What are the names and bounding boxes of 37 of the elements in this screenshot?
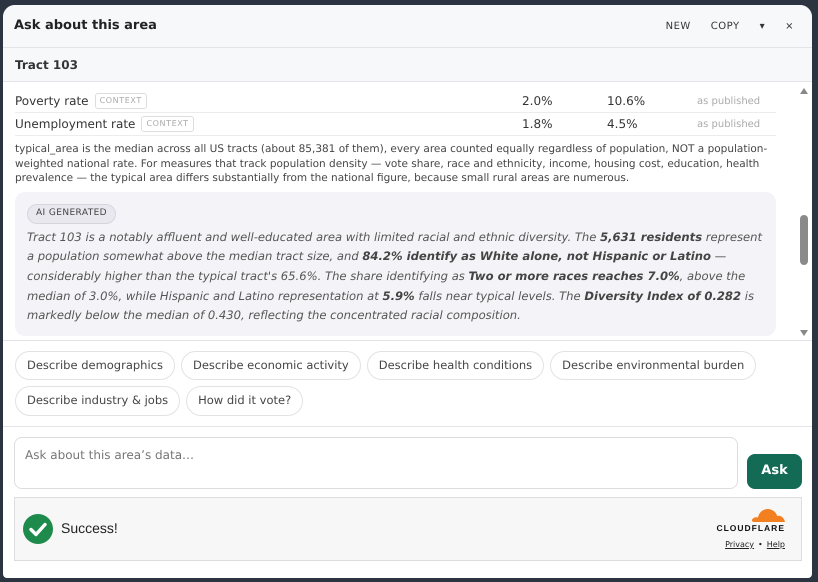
area-name: Tract 103	[15, 56, 78, 74]
brand-wordmark: CLOUDFLARE	[716, 522, 785, 535]
typical-value: 4.5%	[607, 116, 638, 133]
metric-label: Unemployment rate	[15, 116, 136, 133]
suggestion-chip[interactable]: Describe health conditions	[366, 351, 544, 380]
source-note: as published	[697, 94, 760, 108]
separator-dot: •	[758, 538, 763, 551]
typical-value: 10.6%	[607, 93, 646, 110]
metric-value: 2.0%	[522, 93, 554, 110]
metric-value: 1.8%	[522, 116, 554, 133]
new-button[interactable]: NEW	[660, 16, 697, 36]
footnote-text: typical_area is the median across all US tracts (about 85,381 of them), every area counted equally regardless of population, NOT a population-weighted national rate. For measures that track population density — vote share, race and ethnicity, income, housing cost, education, health prevalence — the typical area differs substantially from the national figure, because small rural areas are numerous.	[15, 142, 768, 186]
suggestion-chip[interactable]: Describe industry & jobs	[15, 386, 180, 416]
suggestion-chip[interactable]: How did it vote?	[186, 386, 304, 416]
context-tag: CONTEXT	[94, 93, 147, 109]
question-input[interactable]: Ask about this area’s data…	[14, 436, 738, 488]
cloud-logo-icon	[751, 506, 785, 522]
success-text: Success!	[61, 519, 118, 538]
captcha-link[interactable]: Privacy	[725, 538, 754, 551]
ai-generated-badge: AI GENERATED	[27, 204, 116, 224]
suggestion-chip[interactable]: Describe economic activity	[180, 351, 361, 380]
suggestion-chip[interactable]: Describe environmental burden	[550, 351, 756, 380]
context-tag: CONTEXT	[141, 116, 194, 132]
copy-button[interactable]: COPY	[704, 16, 746, 36]
source-note: as published	[697, 118, 760, 132]
close-button[interactable]: ×	[779, 16, 800, 36]
metric-label: Poverty rate	[15, 93, 89, 110]
captcha-link[interactable]: Help	[766, 538, 785, 551]
suggestion-chip[interactable]: Describe demographics	[15, 351, 175, 380]
scroll-down-arrow-icon[interactable]	[799, 329, 809, 337]
scrollbar-thumb[interactable]	[800, 215, 808, 265]
answer-text: Tract 103 is a notably affluent and well-educated area with limited racial and ethnic diversity. The 5,631 residents represent a population somewhat above the median tract size, and 84.2% identify as White alone, not Hispanic or Latino —considerably higher than the typical tract's 65.6%. The share identifying as Two or more races reaches 7.0%, above the median of 3.0%, while Hispanic and Latino representation at 5.9% falls near typical levels. The Diversity Index of 0.282 is markedly below the median of 0.430, reflecting the concentrated racial composition.	[27, 228, 764, 324]
ask-button[interactable]: Ask	[747, 454, 802, 488]
check-circle-icon	[23, 514, 53, 544]
panel-title: Ask about this area	[14, 17, 157, 36]
scroll-up-arrow-icon[interactable]	[799, 87, 809, 95]
dropdown-caret[interactable]: ▾	[754, 16, 772, 36]
